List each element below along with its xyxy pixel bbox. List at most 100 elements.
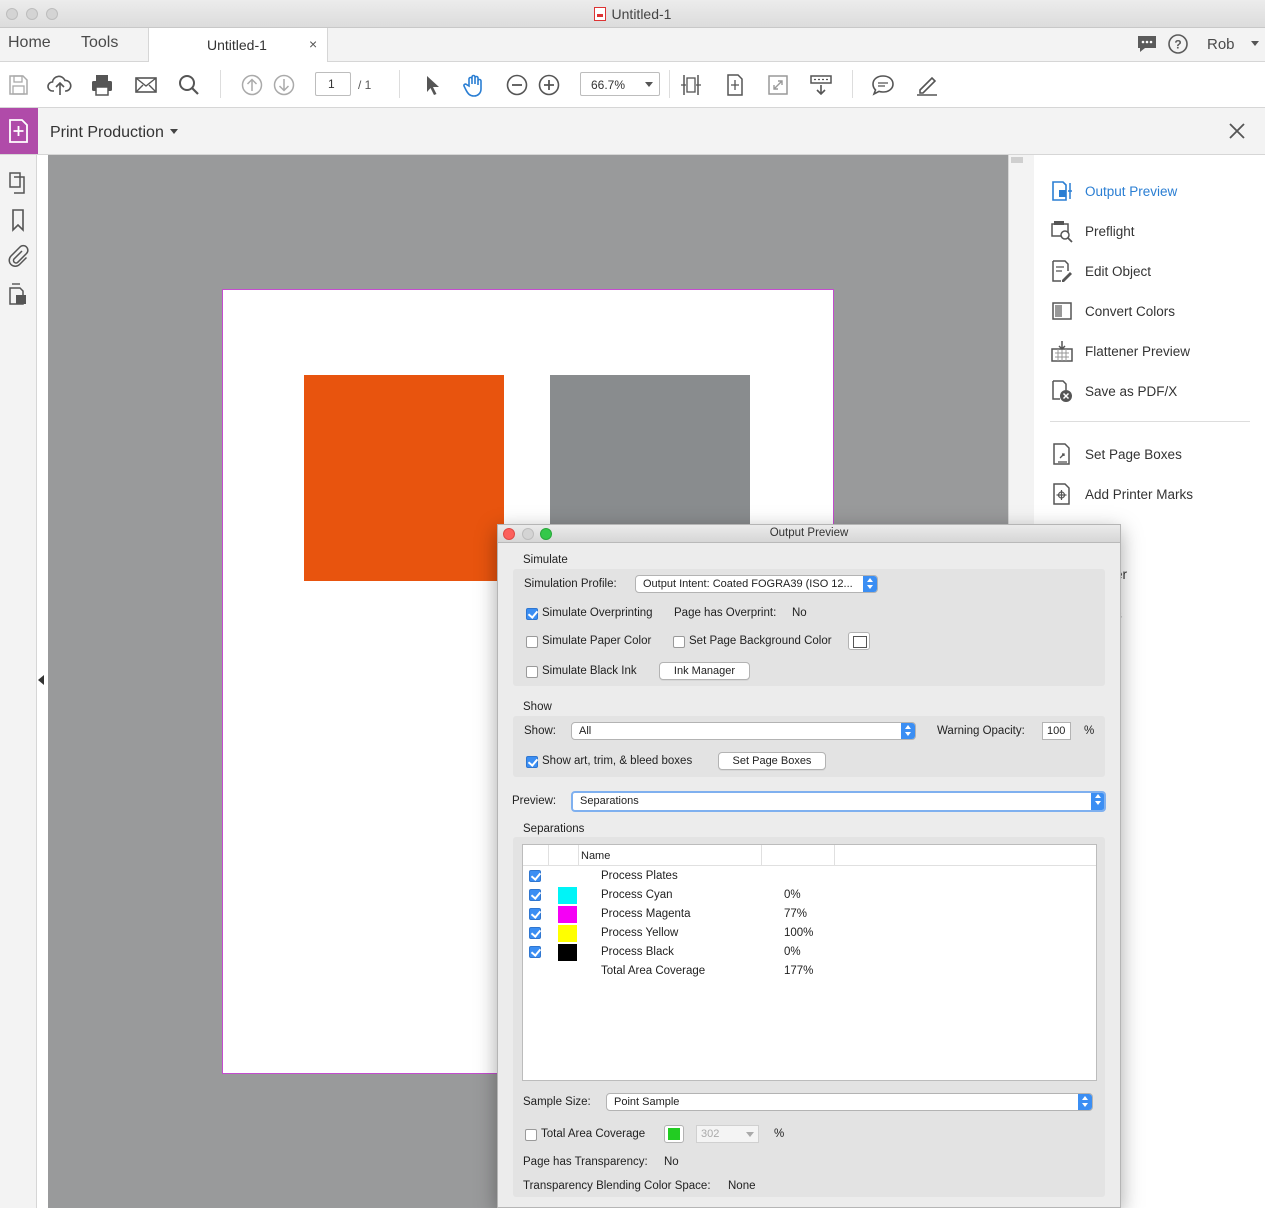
tac-value-combo[interactable]: 302 xyxy=(696,1125,759,1143)
read-mode-icon[interactable] xyxy=(808,72,834,98)
content-layers-icon[interactable] xyxy=(5,282,31,306)
user-menu[interactable]: Rob xyxy=(1207,36,1235,53)
panel-item-flattener-preview[interactable]: Flattener Preview xyxy=(1050,339,1260,365)
fit-page-icon[interactable] xyxy=(722,72,748,98)
warning-opacity-input[interactable]: 100 xyxy=(1042,722,1071,740)
hand-tool-icon[interactable] xyxy=(461,72,487,98)
separation-name: Process Plates xyxy=(601,870,678,882)
help-icon[interactable]: ? xyxy=(1167,33,1189,55)
tac-color-swatch[interactable] xyxy=(664,1125,684,1143)
chevron-down-icon[interactable] xyxy=(1251,41,1259,46)
separation-row[interactable]: Total Area Coverage 177% xyxy=(523,962,1096,981)
show-select-value: All xyxy=(579,725,592,737)
set-page-background-checkbox[interactable] xyxy=(673,636,685,648)
ink-manager-button[interactable]: Ink Manager xyxy=(659,662,750,680)
tool-name[interactable]: Print Production xyxy=(50,124,164,142)
page-background-color-swatch[interactable] xyxy=(848,632,870,650)
simulation-profile-value: Output Intent: Coated FOGRA39 (ISO 12... xyxy=(643,578,853,590)
panel-item-label: Flattener Preview xyxy=(1085,344,1191,359)
attachment-icon[interactable] xyxy=(5,244,31,268)
tab-home[interactable]: Home xyxy=(8,34,51,52)
panel-item-add-printer-marks[interactable]: Add Printer Marks xyxy=(1050,482,1260,508)
set-page-boxes-icon xyxy=(1050,442,1074,466)
show-boxes-label: Show art, trim, & bleed boxes xyxy=(542,755,693,767)
select-stepper-icon xyxy=(901,723,915,739)
page-number-input[interactable]: 1 xyxy=(315,72,351,96)
show-select[interactable]: All xyxy=(571,722,916,740)
separation-name: Process Black xyxy=(601,946,674,958)
panel-item-label: Preflight xyxy=(1085,224,1135,239)
separation-name: Total Area Coverage xyxy=(601,965,706,977)
simulation-profile-label: Simulation Profile: xyxy=(524,578,617,590)
scrollbar-thumb[interactable] xyxy=(1011,157,1023,163)
separation-row[interactable]: Process Black 0% xyxy=(523,943,1096,962)
search-icon[interactable] xyxy=(176,72,202,98)
bookmark-icon[interactable] xyxy=(5,208,31,232)
separation-row[interactable]: Process Yellow 100% xyxy=(523,924,1096,943)
set-page-boxes-button[interactable]: Set Page Boxes xyxy=(718,752,826,770)
dialog-title: Output Preview xyxy=(769,527,849,539)
simulate-paper-color-label: Simulate Paper Color xyxy=(542,635,652,647)
tab-tools[interactable]: Tools xyxy=(81,34,118,52)
preview-select[interactable]: Separations xyxy=(571,791,1106,812)
simulate-paper-color-checkbox[interactable] xyxy=(526,636,538,648)
select-arrow-icon[interactable] xyxy=(420,72,446,98)
show-boxes-checkbox[interactable] xyxy=(526,756,538,768)
separation-checkbox[interactable] xyxy=(529,927,541,939)
panel-item-save-as-pdfx[interactable]: Save as PDF/X xyxy=(1050,379,1260,405)
save-icon[interactable] xyxy=(5,72,31,98)
page-total: / 1 xyxy=(358,78,372,92)
print-icon[interactable] xyxy=(89,72,115,98)
separation-name: Process Magenta xyxy=(601,908,691,920)
previous-page-icon[interactable] xyxy=(239,72,265,98)
fit-width-icon[interactable] xyxy=(678,72,704,98)
comment-icon[interactable] xyxy=(870,72,896,98)
separation-checkbox[interactable] xyxy=(529,946,541,958)
tool-header: Print Production xyxy=(0,108,1265,155)
total-area-coverage-checkbox[interactable] xyxy=(525,1129,537,1141)
warning-opacity-percent: % xyxy=(1084,725,1095,737)
cloud-upload-icon[interactable] xyxy=(47,72,73,98)
zoom-level-select[interactable]: 66.7% xyxy=(580,72,660,96)
page-thumbnails-icon[interactable] xyxy=(5,171,31,195)
tac-value: 302 xyxy=(701,1128,720,1140)
close-icon[interactable] xyxy=(1226,120,1248,142)
column-header-name[interactable]: Name xyxy=(581,850,610,862)
email-icon[interactable] xyxy=(133,72,159,98)
simulate-overprinting-checkbox[interactable] xyxy=(526,608,538,620)
separation-checkbox[interactable] xyxy=(529,908,541,920)
tab-bar: Home Tools Untitled-1 × ? Rob xyxy=(0,28,1265,62)
comment-bubble-icon[interactable] xyxy=(1136,34,1158,54)
panel-item-set-page-boxes[interactable]: Set Page Boxes xyxy=(1050,442,1260,468)
chevron-down-icon[interactable] xyxy=(170,129,178,134)
panel-item-edit-object[interactable]: Edit Object xyxy=(1050,259,1260,285)
zoom-out-icon[interactable] xyxy=(504,72,530,98)
output-preview-icon xyxy=(1050,179,1074,203)
separation-value: 100% xyxy=(784,927,814,939)
simulate-black-ink-checkbox[interactable] xyxy=(526,666,538,678)
sample-size-select[interactable]: Point Sample xyxy=(606,1093,1093,1111)
separation-checkbox[interactable] xyxy=(529,870,541,882)
collapse-panel-arrow-icon[interactable] xyxy=(38,675,44,685)
zoom-in-icon[interactable] xyxy=(536,72,562,98)
next-page-icon[interactable] xyxy=(271,72,297,98)
separations-table-header: Name xyxy=(523,845,1096,866)
separation-color-swatch xyxy=(558,906,577,923)
separation-row[interactable]: Process Cyan 0% xyxy=(523,886,1096,905)
show-group-label: Show xyxy=(523,701,552,713)
tab-document[interactable]: Untitled-1 × xyxy=(148,28,328,62)
tab-close-button[interactable]: × xyxy=(309,36,317,52)
separation-row[interactable]: Process Plates xyxy=(523,867,1096,886)
separation-row[interactable]: Process Magenta 77% xyxy=(523,905,1096,924)
left-navigation-rail xyxy=(0,155,37,1208)
full-screen-icon[interactable] xyxy=(765,72,791,98)
sample-size-value: Point Sample xyxy=(614,1096,680,1108)
panel-item-preflight[interactable]: Preflight xyxy=(1050,219,1260,245)
separation-checkbox[interactable] xyxy=(529,889,541,901)
warning-opacity-label: Warning Opacity: xyxy=(937,725,1025,737)
simulation-profile-select[interactable]: Output Intent: Coated FOGRA39 (ISO 12... xyxy=(635,575,878,593)
panel-item-output-preview[interactable]: Output Preview xyxy=(1050,179,1260,205)
panel-item-convert-colors[interactable]: Convert Colors xyxy=(1050,299,1260,325)
window-title-text: Untitled-1 xyxy=(611,6,672,22)
sign-pen-icon[interactable] xyxy=(914,72,940,98)
